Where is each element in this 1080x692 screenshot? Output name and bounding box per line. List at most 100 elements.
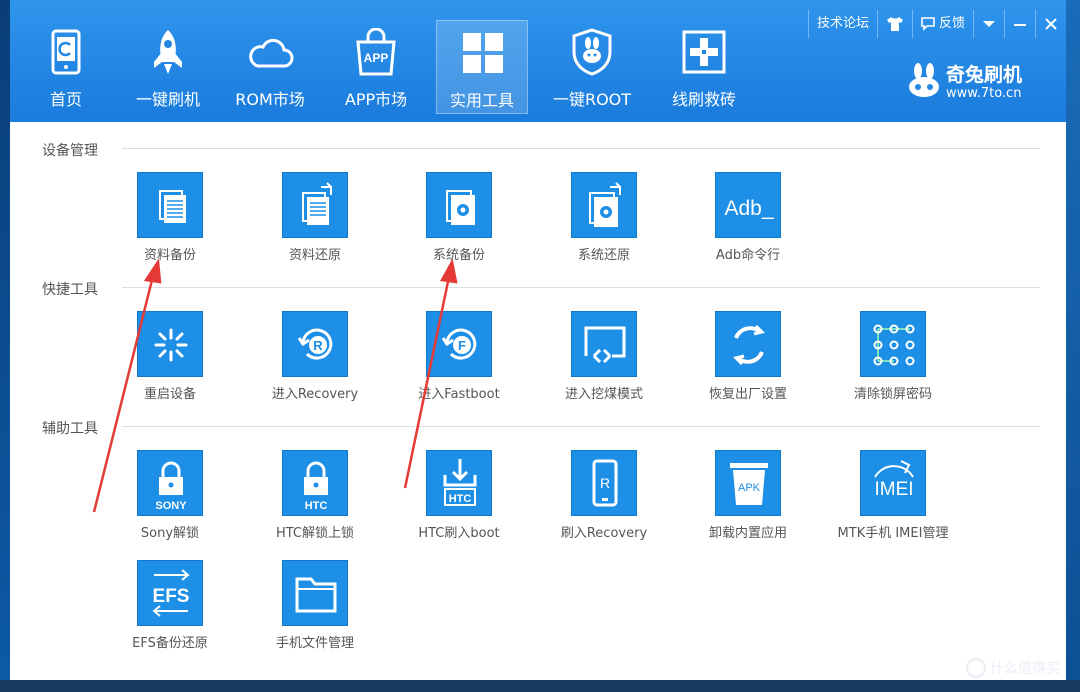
loading-spinner-icon <box>154 328 188 362</box>
nav-utilities-label: 实用工具 <box>449 91 514 110</box>
tool-label: 进入Recovery <box>271 387 359 402</box>
tool-label: 资料备份 <box>143 248 196 263</box>
tool-system-backup[interactable]: 系统备份 <box>404 172 514 272</box>
fastboot-icon-text: F <box>458 338 466 353</box>
top-navigation-bar: 首页 一键刷机 ROM市场 APP APP市场 实用工具 一键ROOT 线刷救砖… <box>10 0 1066 122</box>
efs-icon-text: EFS <box>153 586 190 607</box>
desktop-background-right <box>1066 0 1080 692</box>
feedback-label: 反馈 <box>938 16 965 31</box>
nav-home[interactable]: 首页 <box>20 20 112 114</box>
skin-button[interactable] <box>876 10 912 38</box>
tool-label: 恢复出厂设置 <box>708 387 787 402</box>
tool-clear-lock-password[interactable]: 清除锁屏密码 <box>838 311 948 411</box>
tool-htc-flash-boot[interactable]: HTC HTC刷入boot <box>404 450 514 550</box>
phone-icon <box>51 29 81 75</box>
forum-link[interactable]: 技术论坛 <box>807 10 877 38</box>
tool-enter-fastboot[interactable]: F 进入Fastboot <box>404 311 514 411</box>
tool-enter-download-mode[interactable]: 进入挖煤模式 <box>549 311 659 411</box>
grid-icon <box>463 33 503 73</box>
tool-efs-backup-restore[interactable]: EFS EFS备份还原 <box>115 560 225 660</box>
feedback-button[interactable]: 反馈 <box>911 10 973 38</box>
app-icon-text: APP <box>364 51 389 65</box>
tool-label: HTC解锁上锁 <box>275 526 355 541</box>
imei-icon: IMEI <box>874 460 914 500</box>
speech-bubble-icon <box>921 17 935 31</box>
shopping-bag-icon: APP <box>356 28 396 76</box>
cloud-icon <box>249 38 294 68</box>
tool-data-backup[interactable]: 资料备份 <box>115 172 225 272</box>
app-window: 首页 一键刷机 ROM市场 APP APP市场 实用工具 一键ROOT 线刷救砖… <box>10 0 1066 680</box>
section-divider <box>122 287 1040 288</box>
tool-label: Sony解锁 <box>140 526 200 541</box>
nav-line-flash-rescue-label: 线刷救砖 <box>671 90 736 109</box>
tool-system-restore[interactable]: 系统还原 <box>549 172 659 272</box>
tool-label: 系统备份 <box>432 248 485 263</box>
window-toolbar: 技术论坛 反馈 <box>807 10 1066 38</box>
taskbar <box>0 680 1080 692</box>
nav-home-label: 首页 <box>49 90 82 109</box>
tool-mtk-imei-management[interactable]: IMEI MTK手机 IMEI管理 <box>838 450 948 550</box>
phone-r-icon: R <box>592 459 618 507</box>
tool-label: 资料还原 <box>288 248 341 263</box>
tool-label: Adb命令行 <box>715 248 781 263</box>
screen-cast-icon <box>584 326 626 364</box>
tool-adb-command[interactable]: Adb_ Adb命令行 <box>693 172 803 272</box>
tool-label: 刷入Recovery <box>560 526 648 541</box>
gear-restore-icon <box>589 182 621 227</box>
nav-rom-market-label: ROM市场 <box>235 90 305 109</box>
chevron-down-icon <box>983 21 995 27</box>
nav-utilities[interactable]: 实用工具 <box>436 20 528 114</box>
tool-label: 清除锁屏密码 <box>853 387 932 402</box>
sony-icon-text: SONY <box>155 500 187 512</box>
nav-line-flash-rescue[interactable]: 线刷救砖 <box>658 20 750 114</box>
first-aid-icon <box>682 30 726 74</box>
tool-flash-recovery[interactable]: R 刷入Recovery <box>549 450 659 550</box>
tool-label: 手机文件管理 <box>275 636 354 651</box>
section-title-quick-tools: 快捷工具 <box>42 282 98 298</box>
gear-document-icon <box>446 190 475 225</box>
watermark: 什么值得买 <box>966 658 1060 678</box>
forum-label: 技术论坛 <box>816 16 869 31</box>
nav-one-click-flash[interactable]: 一键刷机 <box>122 20 214 114</box>
lock-htc-icon: HTC <box>304 461 328 512</box>
document-restore-icon <box>302 182 332 225</box>
fastboot-f-icon: F <box>441 328 477 360</box>
shield-rabbit-icon <box>572 28 612 76</box>
tool-label: 进入Fastboot <box>418 387 500 402</box>
tool-phone-file-manager[interactable]: 手机文件管理 <box>260 560 370 660</box>
close-icon <box>1045 18 1057 30</box>
efs-icon: EFS <box>152 569 190 617</box>
imei-icon-text: IMEI <box>874 479 913 500</box>
brand-name: 奇兔刷机 <box>946 64 1023 86</box>
minimize-button[interactable] <box>1004 10 1035 38</box>
tool-uninstall-builtin-apps[interactable]: APK 卸载内置应用 <box>693 450 803 550</box>
lock-sony-icon: SONY <box>155 461 187 512</box>
tool-enter-recovery[interactable]: R 进入Recovery <box>260 311 370 411</box>
tool-htc-unlock-lock[interactable]: HTC HTC解锁上锁 <box>260 450 370 550</box>
nav-rom-market[interactable]: ROM市场 <box>224 20 316 114</box>
apk-icon-text: APK <box>738 482 761 494</box>
tool-reboot-device[interactable]: 重启设备 <box>115 311 225 411</box>
folder-icon <box>295 577 337 613</box>
recovery-r-icon: R <box>297 328 333 360</box>
tool-data-restore[interactable]: 资料还原 <box>260 172 370 272</box>
close-button[interactable] <box>1035 10 1066 38</box>
nav-one-click-root[interactable]: 一键ROOT <box>546 20 638 114</box>
tool-label: 系统还原 <box>577 248 630 263</box>
watermark-logo-icon <box>966 658 986 678</box>
nav-app-market[interactable]: APP APP市场 <box>330 20 422 114</box>
apk-trash-icon: APK <box>730 463 768 505</box>
section-title-auxiliary-tools: 辅助工具 <box>42 421 98 437</box>
pattern-lock-icon <box>873 324 915 366</box>
nav-app-market-label: APP市场 <box>344 90 408 109</box>
document-stack-icon <box>159 190 186 223</box>
tool-sony-unlock[interactable]: SONY Sony解锁 <box>115 450 225 550</box>
tool-factory-reset[interactable]: 恢复出厂设置 <box>693 311 803 411</box>
menu-button[interactable] <box>973 10 1004 38</box>
watermark-text: 什么值得买 <box>990 661 1060 677</box>
tool-label: 重启设备 <box>143 387 196 402</box>
htc-boot-icon-text: HTC <box>449 493 472 505</box>
brand-url: www.7to.cn <box>946 86 1022 101</box>
rocket-icon <box>154 30 182 74</box>
recovery-icon-text: R <box>313 338 323 353</box>
